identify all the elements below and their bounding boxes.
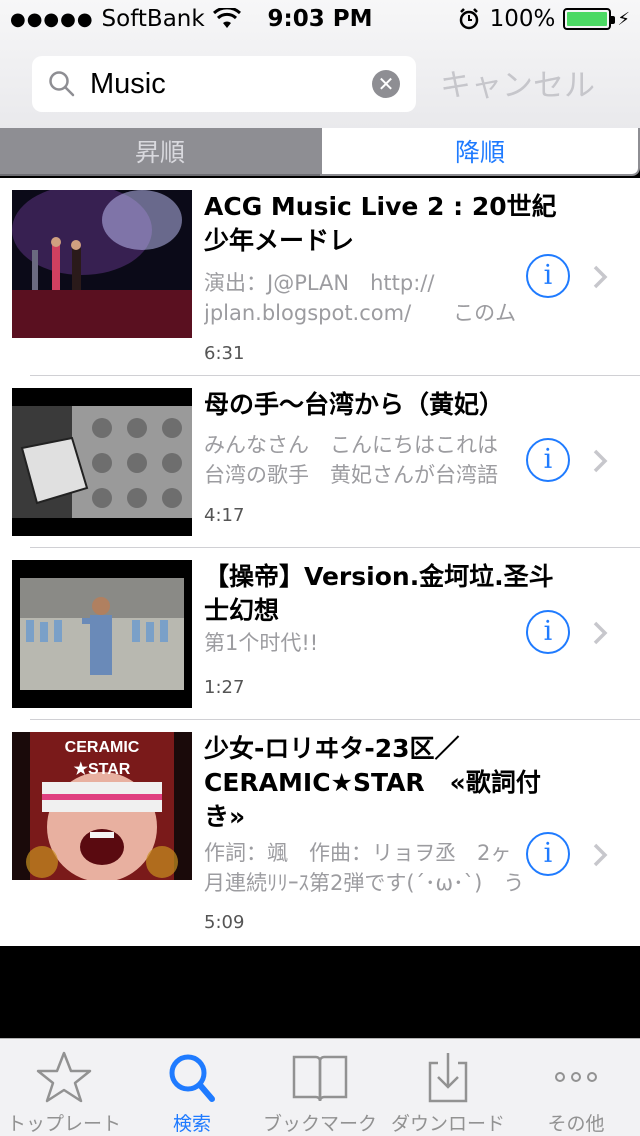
more-icon <box>555 1072 597 1082</box>
video-title: 母の手〜台湾から（黄妃） <box>204 390 505 419</box>
list-item[interactable]: CERAMIC ★STAR 少女-ロリヰタ-23区／CERAMIC★STAR «… <box>0 720 640 946</box>
tab-top-rated[interactable]: トップレート <box>0 1039 128 1136</box>
chevron-right-icon <box>593 449 608 473</box>
sort-ascending-segment[interactable]: 昇順 <box>0 128 320 176</box>
search-icon <box>169 1054 215 1102</box>
alarm-icon <box>459 8 478 30</box>
info-button[interactable]: i <box>526 832 570 876</box>
star-icon <box>36 1051 92 1103</box>
info-button[interactable]: i <box>526 610 570 654</box>
video-title: ACG Music Live 2 : 20世紀少年メードレ <box>204 192 557 255</box>
video-thumbnail <box>12 190 192 338</box>
navigation-header: ●●●●● SoftBank 9:03 PM 100% ⚡ Music ✕ キャ… <box>0 0 640 128</box>
book-icon <box>292 1055 348 1102</box>
video-description: 第1个时代!! <box>204 631 319 655</box>
video-thumbnail: CERAMIC ★STAR <box>12 732 192 880</box>
chevron-right-icon <box>593 265 608 289</box>
video-description: みんなさん こんにちはこれは 台湾の歌手 黄妃さんが台湾語 <box>204 433 498 487</box>
info-button[interactable]: i <box>526 254 570 298</box>
video-duration: 4:17 <box>204 505 245 526</box>
svg-text:★STAR: ★STAR <box>74 761 131 778</box>
search-icon <box>49 71 75 97</box>
svg-text:CERAMIC: CERAMIC <box>65 739 140 756</box>
download-icon <box>428 1053 468 1103</box>
tab-label: トップレート <box>6 1113 121 1135</box>
tab-downloads[interactable]: ダウンロード <box>384 1039 512 1136</box>
video-list: ACG Music Live 2 : 20世紀少年メードレ 演出：J@PLAN … <box>0 178 640 946</box>
video-thumbnail <box>12 388 192 536</box>
sort-descending-segment[interactable]: 降順 <box>320 128 640 176</box>
tab-bar: トップレート 検索 ブックマーク ダウンロード その他 <box>0 1038 640 1136</box>
video-duration: 1:27 <box>204 677 245 698</box>
video-duration: 5:09 <box>204 912 245 933</box>
video-description: 演出：J@PLAN http:// jplan.blogspot.com/ この… <box>204 271 517 325</box>
battery-percent: 100% <box>489 6 556 32</box>
tab-more[interactable]: その他 <box>512 1039 640 1136</box>
search-field[interactable]: ✕ <box>32 56 416 112</box>
chevron-right-icon <box>593 843 608 867</box>
charging-icon: ⚡ <box>617 8 630 30</box>
tab-label: 検索 <box>172 1113 211 1135</box>
status-bar: ●●●●● SoftBank 9:03 PM 100% ⚡ <box>0 0 640 40</box>
tab-label: その他 <box>547 1113 605 1135</box>
video-description: 作詞：颯 作曲：リョヲ丞 2ヶ 月連続ﾘﾘｰｽ第2弾です(´･ω･`) う <box>204 841 525 895</box>
tab-bookmarks[interactable]: ブックマーク <box>256 1039 384 1136</box>
video-title: 少女-ロリヰタ-23区／CERAMIC★STAR «歌詞付き» <box>204 734 541 831</box>
cancel-button[interactable]: キャンセル <box>440 60 595 105</box>
video-thumbnail <box>12 560 192 708</box>
video-title: 【操帝】Version.金坷垃.圣斗士幻想 <box>204 562 554 625</box>
battery-icon <box>563 8 616 30</box>
sort-segmented-control: 昇順 降順 <box>0 128 640 176</box>
list-item[interactable]: 【操帝】Version.金坷垃.圣斗士幻想 第1个时代!! 1:27 i <box>0 548 640 720</box>
tab-label: ブックマーク <box>262 1113 377 1135</box>
info-button[interactable]: i <box>526 438 570 482</box>
list-item[interactable]: 母の手〜台湾から（黄妃） みんなさん こんにちはこれは 台湾の歌手 黄妃さんが台… <box>0 376 640 548</box>
tab-label: ダウンロード <box>390 1113 505 1135</box>
search-input[interactable] <box>90 67 360 101</box>
chevron-right-icon <box>593 621 608 645</box>
video-duration: 6:31 <box>204 343 245 364</box>
clear-search-icon[interactable]: ✕ <box>372 70 400 98</box>
list-item[interactable]: ACG Music Live 2 : 20世紀少年メードレ 演出：J@PLAN … <box>0 178 640 376</box>
tab-search[interactable]: 検索 <box>128 1039 256 1136</box>
status-right-group: 100% ⚡ <box>458 6 630 32</box>
